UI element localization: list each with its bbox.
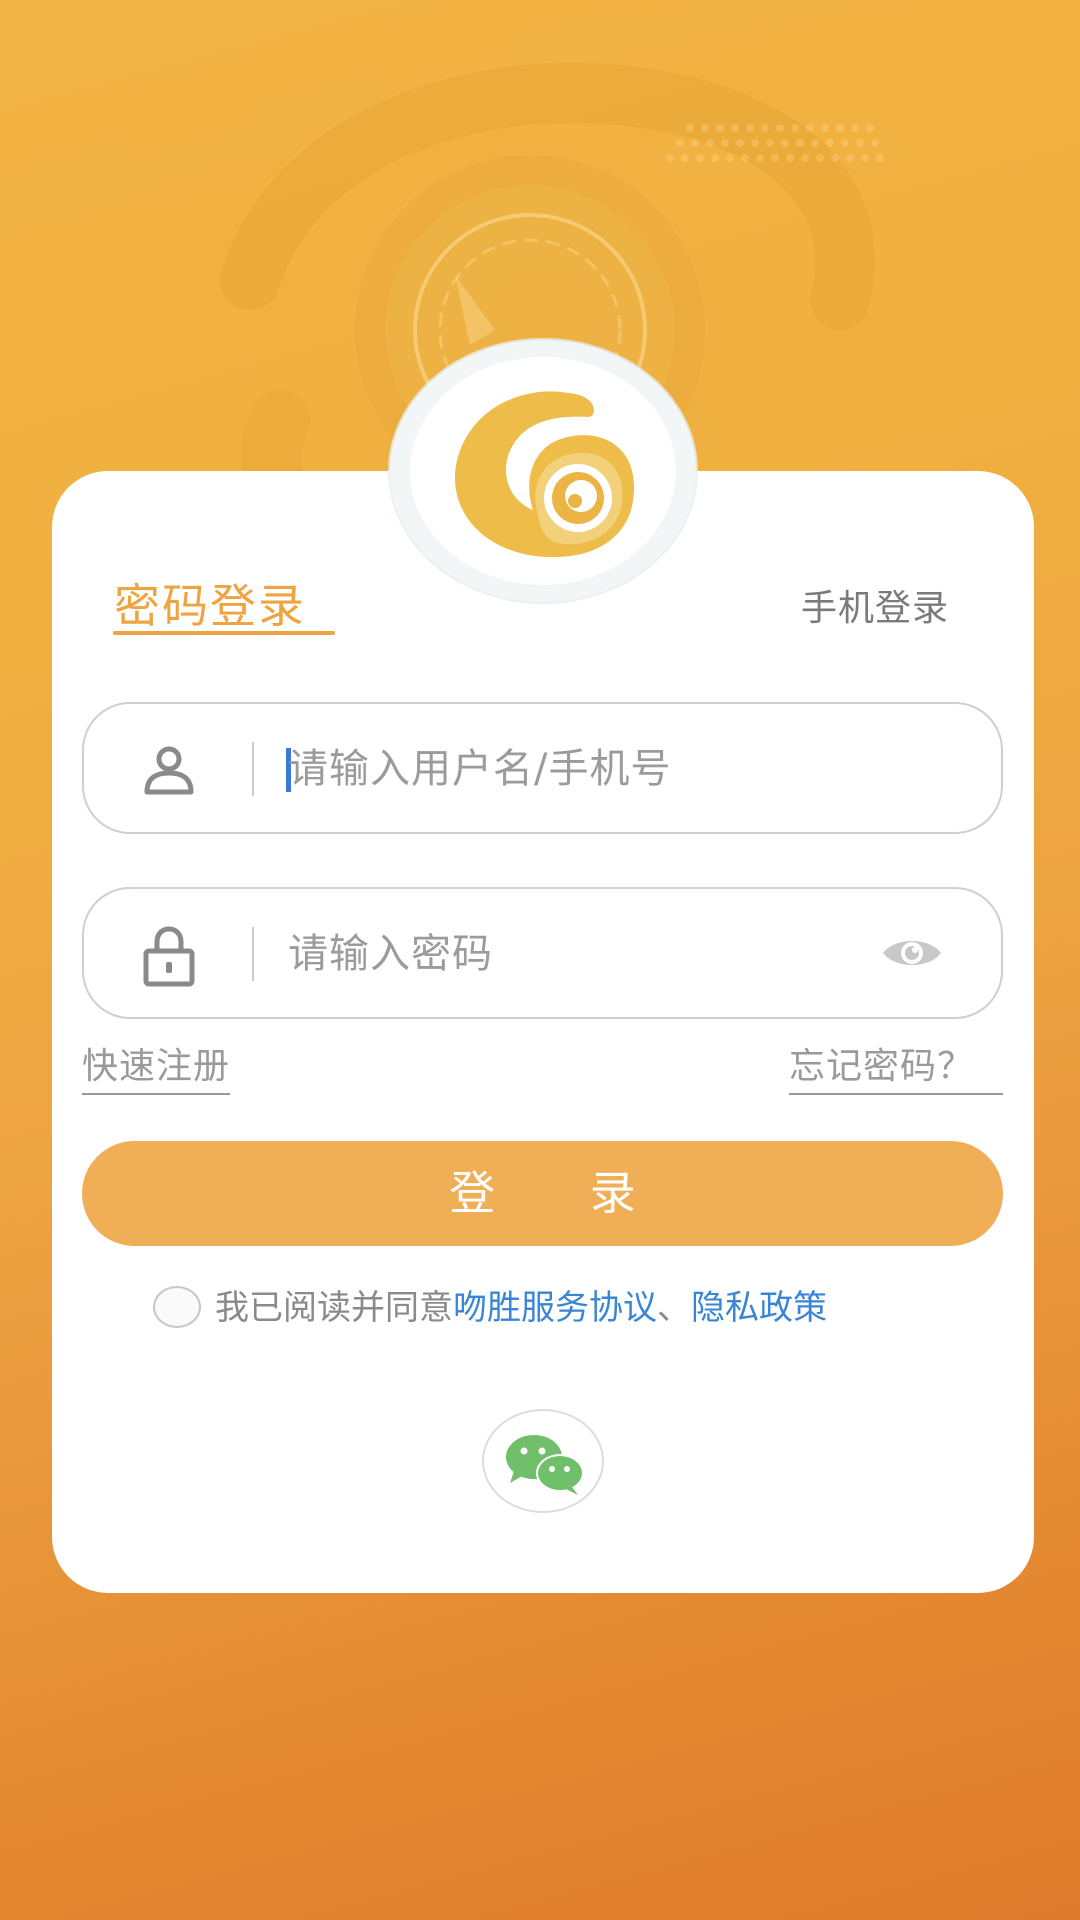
register-link[interactable]: 快速注册: [82, 1043, 231, 1095]
privacy-policy-link[interactable]: 隐私政策: [691, 1288, 827, 1328]
tab-phone-login[interactable]: 手机登录: [801, 585, 949, 633]
agreement-checkbox[interactable]: [153, 1286, 201, 1328]
password-input[interactable]: 请输入密码: [288, 927, 493, 981]
lock-icon: [143, 926, 195, 987]
forgot-password-link[interactable]: 忘记密码？: [789, 1043, 1003, 1095]
tab-active-underline: [113, 631, 335, 635]
field-divider: [252, 742, 254, 796]
field-divider: [252, 927, 254, 981]
password-field[interactable]: 请输入密码: [82, 887, 1003, 1019]
agreement-text: 我已阅读并同意吻胜服务协议、隐私政策: [215, 1286, 827, 1330]
username-field[interactable]: 请输入用户名/手机号: [82, 702, 1003, 834]
app-logo-icon: [454, 391, 635, 558]
tab-password-login[interactable]: 密码登录: [114, 576, 306, 636]
login-button[interactable]: 登 录: [82, 1141, 1003, 1246]
service-agreement-link[interactable]: 吻胜服务协议: [453, 1288, 657, 1328]
agreement-prefix: 我已阅读并同意: [215, 1288, 453, 1328]
user-icon: [144, 746, 194, 795]
username-input[interactable]: 请输入用户名/手机号: [288, 742, 671, 796]
wechat-icon: [506, 1435, 584, 1495]
eye-icon[interactable]: [881, 933, 943, 973]
agreement-separator: 、: [657, 1288, 691, 1328]
wechat-login-button[interactable]: [482, 1409, 604, 1513]
